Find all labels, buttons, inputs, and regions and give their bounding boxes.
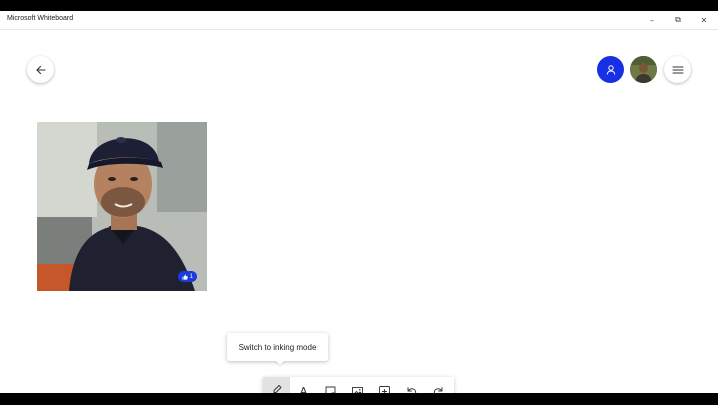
whiteboard-canvas[interactable]: 1 Switch to inking mode A bbox=[0, 30, 718, 393]
avatar[interactable] bbox=[630, 56, 657, 83]
image-button[interactable] bbox=[344, 377, 371, 393]
tooltip-text: Switch to inking mode bbox=[238, 342, 317, 352]
bottom-toolbar: A bbox=[263, 377, 454, 393]
title-bar: Microsoft Whiteboard – ⧉ ✕ bbox=[0, 11, 718, 30]
like-count: 1 bbox=[189, 273, 193, 280]
tooltip: Switch to inking mode bbox=[227, 333, 328, 361]
menu-button[interactable] bbox=[664, 56, 691, 83]
restore-button[interactable]: ⧉ bbox=[666, 12, 690, 28]
sticky-note-button[interactable] bbox=[317, 377, 344, 393]
person-icon bbox=[606, 64, 615, 75]
close-button[interactable]: ✕ bbox=[692, 12, 716, 28]
app-window: Microsoft Whiteboard – ⧉ ✕ 1 Switch to i… bbox=[0, 11, 718, 393]
undo-button[interactable] bbox=[398, 377, 425, 393]
person-photo bbox=[37, 122, 207, 291]
user-photo bbox=[630, 56, 657, 83]
back-button[interactable] bbox=[27, 56, 54, 83]
redo-icon bbox=[433, 386, 443, 393]
redo-button[interactable] bbox=[425, 377, 452, 393]
pen-hand-icon bbox=[273, 385, 281, 393]
like-badge[interactable]: 1 bbox=[177, 271, 197, 282]
insert-button[interactable] bbox=[371, 377, 398, 393]
minimize-button[interactable]: – bbox=[640, 12, 664, 28]
undo-icon bbox=[407, 386, 417, 393]
text-tool-label: A bbox=[299, 384, 308, 394]
share-button[interactable] bbox=[597, 56, 624, 83]
note-icon bbox=[325, 386, 336, 393]
arrow-left-icon bbox=[35, 65, 46, 74]
thumbs-up-icon bbox=[182, 273, 188, 280]
inking-mode-button[interactable] bbox=[263, 377, 290, 393]
app-title: Microsoft Whiteboard bbox=[7, 15, 74, 22]
image-icon bbox=[352, 386, 363, 393]
tooltip-arrow bbox=[275, 360, 285, 365]
plus-box-icon bbox=[379, 385, 390, 393]
canvas-image[interactable]: 1 bbox=[37, 122, 207, 291]
text-tool-button[interactable]: A bbox=[290, 377, 317, 394]
hamburger-icon bbox=[672, 66, 683, 73]
